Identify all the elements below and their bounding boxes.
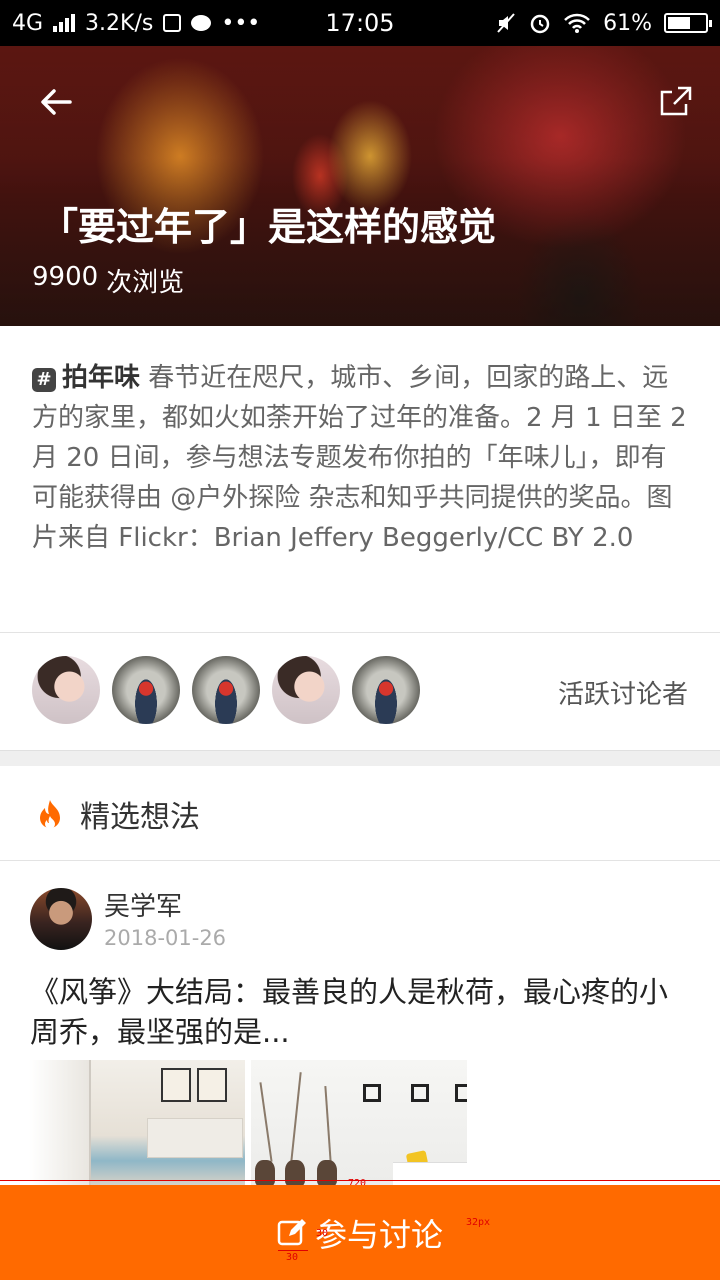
battery-icon bbox=[664, 13, 712, 33]
wall-frame bbox=[161, 1068, 191, 1102]
vase bbox=[255, 1160, 275, 1186]
signal-icon bbox=[53, 14, 76, 32]
divider bbox=[0, 632, 720, 633]
avatar[interactable] bbox=[32, 656, 100, 724]
avatar[interactable] bbox=[352, 656, 420, 724]
divider bbox=[0, 860, 720, 861]
share-icon[interactable] bbox=[656, 82, 696, 122]
mute-icon bbox=[497, 13, 515, 33]
branch bbox=[324, 1086, 332, 1162]
view-count-label: 次浏览 bbox=[106, 268, 185, 298]
back-arrow-icon[interactable] bbox=[36, 82, 76, 122]
sofa bbox=[393, 1162, 467, 1186]
wall-frame bbox=[455, 1084, 467, 1102]
topic-description: # 拍年味 春节近在咫尺，城市、乡间，回家的路上、远方的家里，都如火如荼开始了过年… bbox=[32, 358, 688, 558]
branch bbox=[259, 1082, 273, 1162]
flame-icon bbox=[40, 800, 60, 829]
topic-tag[interactable]: 拍年味 bbox=[62, 363, 140, 393]
join-discussion-label: 参与讨论 bbox=[314, 1215, 443, 1254]
wifi-icon bbox=[564, 13, 590, 33]
measure-font-size: 32px bbox=[466, 1217, 491, 1228]
featured-header: 精选想法 bbox=[36, 792, 200, 836]
edit-icon bbox=[277, 1218, 306, 1245]
post-image-living[interactable] bbox=[251, 1060, 467, 1186]
avatar[interactable] bbox=[192, 656, 260, 724]
branch bbox=[290, 1072, 302, 1162]
bed-headboard bbox=[147, 1118, 243, 1158]
message-icon bbox=[191, 15, 212, 31]
wardrobe bbox=[29, 1060, 91, 1186]
post-title[interactable]: 《风筝》大结局：最善良的人是秋荷，最心疼的小周乔，最坚强的是... bbox=[30, 972, 690, 1052]
measure-icon-width: 30 bbox=[286, 1252, 299, 1263]
status-bar: 4G 3.2K/s ••• 17:05 61% bbox=[0, 0, 720, 46]
more-icon: ••• bbox=[221, 10, 261, 36]
battery-percent: 61% bbox=[603, 10, 652, 36]
avatar[interactable] bbox=[112, 656, 180, 724]
join-discussion-button[interactable]: 参与讨论 bbox=[0, 1185, 720, 1280]
author-name[interactable]: 吴学军 bbox=[104, 886, 182, 923]
topic-title: 「要过年了」是这样的感觉 bbox=[40, 205, 497, 249]
wall-frame bbox=[197, 1068, 227, 1102]
post-date: 2018-01-26 bbox=[104, 926, 227, 950]
view-count: 9900 次浏览 bbox=[32, 262, 184, 299]
topic-hero: 「要过年了」是这样的感觉 9900 次浏览 bbox=[0, 46, 720, 326]
wall-frame bbox=[411, 1084, 429, 1102]
wall-frame bbox=[363, 1084, 381, 1102]
active-discussants-link[interactable]: 活跃讨论者 bbox=[558, 674, 688, 711]
measure-line bbox=[278, 1250, 308, 1251]
avatar[interactable] bbox=[272, 656, 340, 724]
view-count-number: 9900 bbox=[32, 262, 99, 292]
author-avatar[interactable] bbox=[30, 888, 92, 950]
featured-label: 精选想法 bbox=[80, 800, 200, 835]
participant-avatars[interactable] bbox=[32, 656, 420, 726]
section-gap bbox=[0, 750, 720, 766]
vase bbox=[317, 1160, 337, 1186]
app-notification-icon bbox=[163, 14, 182, 32]
hashtag-icon: # bbox=[32, 368, 56, 392]
post-image-bedroom[interactable] bbox=[29, 1060, 245, 1186]
network-speed: 3.2K/s bbox=[85, 10, 154, 36]
network-type: 4G bbox=[12, 10, 44, 36]
vase bbox=[285, 1160, 305, 1186]
measure-icon-height: 30 bbox=[316, 1228, 329, 1239]
alarm-icon bbox=[530, 14, 550, 34]
